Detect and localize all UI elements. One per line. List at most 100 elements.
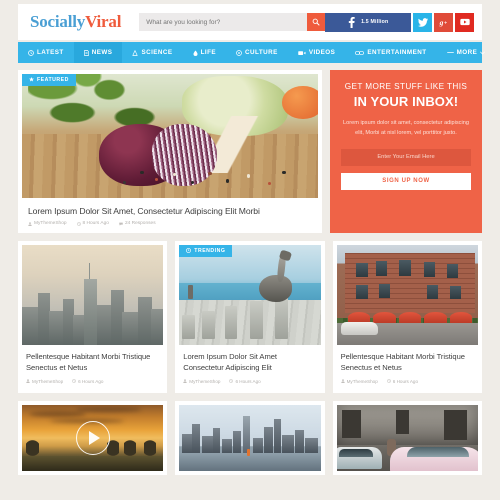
- article-card-meta: MyThemeShop 6 Hours Ago: [22, 374, 163, 389]
- featured-row: FEATURED Lorem Ipsum Dolor Sit Amet, Con…: [18, 70, 482, 233]
- article-card-image[interactable]: [22, 245, 164, 345]
- article-card-meta: MyThemeShop 6 Hours Ago: [337, 374, 478, 389]
- video-camera-icon: [298, 50, 306, 56]
- article-card-image[interactable]: TRENDING: [179, 245, 321, 345]
- search-input[interactable]: [139, 13, 308, 31]
- facebook-follower-count: 1.5 Million: [361, 19, 389, 25]
- video-article-image[interactable]: [22, 404, 164, 471]
- nyc-skyline-water-photo: [179, 404, 321, 471]
- clock-icon: [28, 49, 34, 56]
- featured-article-card[interactable]: FEATURED Lorem Ipsum Dolor Sit Amet, Con…: [18, 70, 322, 233]
- article-card-title[interactable]: Pellentesque Habitant Morbi Tristique Se…: [337, 345, 478, 374]
- article-card[interactable]: TRENDING Lorem Ipsum Dolor Sit Amet Cons…: [175, 241, 325, 393]
- article-grid-row: Pellentesque Habitant Morbi Tristique Se…: [18, 241, 482, 393]
- meta-author: MyThemeShop: [340, 378, 378, 384]
- facebook-button[interactable]: 1.5 Million: [325, 12, 412, 32]
- clock-icon: [229, 379, 234, 383]
- googleplus-button[interactable]: g +: [434, 12, 454, 32]
- meta-author-name: MyThemeShop: [34, 221, 67, 226]
- article-card-title[interactable]: Lorem Ipsum Dolor Sit Amet Consectetur A…: [179, 345, 320, 374]
- article-card[interactable]: [332, 400, 482, 475]
- youtube-icon: [460, 18, 470, 26]
- article-card-image[interactable]: [179, 404, 321, 471]
- menu-icon: [446, 50, 454, 55]
- clock-icon: [72, 379, 77, 383]
- article-card[interactable]: Pellentesque Habitant Morbi Tristique Se…: [18, 241, 168, 393]
- featured-badge-label: FEATURED: [37, 77, 69, 83]
- newsletter-heading-line2: IN YOUR INBOX!: [353, 94, 459, 109]
- newsletter-heading-line1: GET MORE STUFF LIKE THIS: [344, 82, 468, 91]
- meta-author: MyThemeShop: [183, 379, 220, 384]
- article-card[interactable]: [175, 400, 325, 475]
- search-icon: [312, 18, 320, 26]
- nav-label-culture: CULTURE: [245, 49, 278, 56]
- comment-icon: [119, 222, 123, 226]
- meta-time-value: 8 Hours Ago: [82, 221, 109, 226]
- nav-label-science: SCIENCE: [141, 49, 173, 56]
- nav-item-life[interactable]: LIFE: [183, 42, 226, 63]
- meta-time-value: 6 Hours Ago: [392, 378, 419, 384]
- nav-item-culture[interactable]: CULTURE: [226, 42, 288, 63]
- film-icon: [355, 50, 365, 56]
- newsletter-email-input[interactable]: [341, 148, 471, 166]
- twitter-button[interactable]: [413, 12, 433, 32]
- meta-author-name: MyThemeShop: [32, 378, 64, 384]
- user-icon: [340, 379, 345, 384]
- facebook-icon: [348, 16, 355, 28]
- logo-secondary-text: Viral: [85, 12, 122, 31]
- nav-item-latest[interactable]: LATEST: [18, 42, 74, 63]
- pelican-on-pier-photo: [179, 245, 321, 345]
- article-card-title[interactable]: Pellentesque Habitant Morbi Tristique Se…: [22, 345, 163, 374]
- article-card-image[interactable]: [336, 245, 478, 345]
- meta-responses-value: 24 Responses: [124, 221, 156, 226]
- bottom-article-row: [18, 400, 482, 475]
- featured-article-meta: MyThemeShop 8 Hours Ago 24 Responses: [22, 216, 318, 233]
- nav-item-entertainment[interactable]: ENTERTAINMENT: [345, 42, 436, 63]
- video-article-card[interactable]: [18, 400, 168, 475]
- nav-item-videos[interactable]: VIDEOS: [288, 42, 346, 63]
- nav-item-news[interactable]: NEWS: [73, 42, 123, 63]
- star-icon: [29, 76, 34, 84]
- play-button[interactable]: [75, 420, 110, 455]
- meta-time-value: 6 Hours Ago: [235, 378, 261, 384]
- nav-label-latest: LATEST: [37, 49, 64, 56]
- search-form: [139, 13, 326, 31]
- fire-icon: [186, 247, 192, 255]
- site-logo[interactable]: SociallyViral: [30, 12, 121, 32]
- featured-article-title[interactable]: Lorem Ipsum Dolor Sit Amet, Consectetur …: [22, 198, 318, 216]
- featured-badge: FEATURED: [22, 74, 76, 86]
- meta-time: 8 Hours Ago: [76, 221, 109, 226]
- newsletter-description: Lorem ipsum dolor sit amet, consectetur …: [343, 120, 469, 137]
- main-content: FEATURED Lorem Ipsum Dolor Sit Amet, Con…: [18, 70, 482, 475]
- newsletter-signup-button[interactable]: SIGN UP NOW: [341, 172, 471, 190]
- meta-responses: 24 Responses: [119, 221, 156, 226]
- nav-label-news: NEWS: [91, 49, 113, 56]
- social-links: 1.5 Million g +: [325, 12, 475, 32]
- nyc-skyline-aerial-photo: [22, 245, 164, 345]
- featured-article-image[interactable]: FEATURED: [22, 74, 318, 198]
- search-button[interactable]: [307, 13, 326, 31]
- play-icon: [89, 430, 101, 445]
- meta-author-name: MyThemeShop: [346, 378, 378, 384]
- svg-text:+: +: [444, 20, 447, 26]
- meta-time: 6 Hours Ago: [386, 378, 419, 384]
- document-icon: [83, 49, 89, 56]
- svg-text:g: g: [439, 18, 444, 27]
- chevron-down-icon: [480, 51, 486, 55]
- user-icon: [28, 221, 32, 226]
- clock-icon: [76, 221, 81, 226]
- user-icon: [26, 379, 30, 384]
- article-card[interactable]: Pellentesque Habitant Morbi Tristique Se…: [332, 241, 482, 393]
- logo-primary-text: Socially: [30, 12, 86, 31]
- nav-item-more[interactable]: MORE: [437, 42, 496, 63]
- meta-time: 6 Hours Ago: [72, 379, 103, 384]
- nav-item-science[interactable]: SCIENCE: [122, 42, 182, 63]
- vegetables-photo: [22, 74, 318, 198]
- flask-icon: [132, 49, 139, 56]
- nav-label-videos: VIDEOS: [308, 49, 336, 56]
- meta-time: 6 Hours Ago: [229, 378, 261, 384]
- youtube-button[interactable]: [455, 12, 475, 32]
- main-navigation: LATEST NEWS SCIENCE LIFE CULTURE VIDEOS …: [18, 42, 486, 63]
- droplet-icon: [193, 50, 198, 56]
- article-card-image[interactable]: [336, 404, 478, 471]
